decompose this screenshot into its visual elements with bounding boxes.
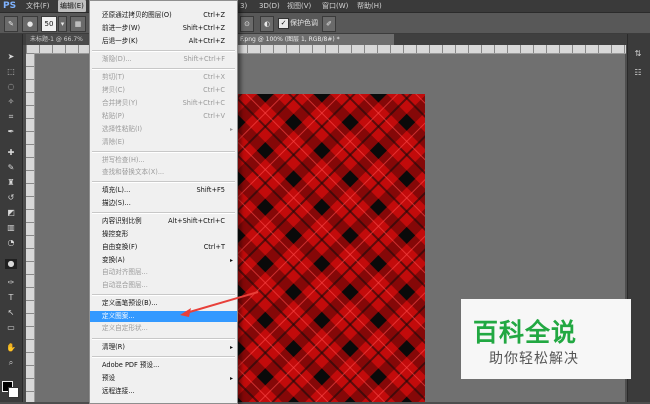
zoom-tool-icon[interactable]: ⌕: [5, 358, 17, 368]
submenu-arrow-icon: ▸: [229, 126, 233, 133]
menu-help[interactable]: 帮助(H): [357, 0, 382, 12]
brush-tool-icon-2[interactable]: ✎: [5, 163, 17, 173]
eyedropper-tool-icon[interactable]: ✒: [5, 127, 17, 137]
lasso-tool-icon[interactable]: ◌: [5, 82, 17, 92]
panel-toggle-icon[interactable]: ⇅: [632, 49, 644, 59]
menu-3-partial[interactable]: 3): [240, 0, 247, 12]
menu-item-presets[interactable]: 预设 ▸: [90, 373, 237, 384]
edit-menu-dropdown: 还原通过拷贝的图层(O) Ctrl+Z 前进一步(W) Shift+Ctrl+Z 后…: [89, 0, 238, 404]
eraser-tool-icon[interactable]: ◩: [5, 208, 17, 218]
menu-item-fill[interactable]: 填充(L)... Shift+F5: [90, 185, 237, 196]
brush-size-field[interactable]: 50: [41, 16, 57, 32]
menu-separator: [92, 356, 235, 358]
menu-item-step-forward[interactable]: 前进一步(W) Shift+Ctrl+Z: [90, 23, 237, 34]
menu-item-define-custom-shape[interactable]: 定义自定形状...: [90, 323, 237, 334]
path-select-tool-icon[interactable]: ↖: [5, 308, 17, 318]
menu-3d[interactable]: 3D(D): [259, 0, 280, 12]
crop-tool-icon[interactable]: ⌗: [5, 112, 17, 122]
clone-stamp-tool-icon[interactable]: ♜: [5, 178, 17, 188]
type-tool-icon[interactable]: T: [5, 293, 17, 303]
background-color-swatch[interactable]: [8, 387, 19, 398]
menu-item-step-backward[interactable]: 后退一步(K) Alt+Ctrl+Z: [90, 36, 237, 47]
menu-item-adobe-pdf-presets[interactable]: Adobe PDF 预设...: [90, 360, 237, 371]
plaid-document-canvas[interactable]: [237, 94, 425, 402]
menu-item-remote-connections[interactable]: 远程连接...: [90, 386, 237, 397]
shape-tool-icon[interactable]: ▭: [5, 323, 17, 333]
brush-preview-icon[interactable]: ●: [22, 16, 38, 32]
menu-item-define-brush-preset[interactable]: 定义画笔预设(B)...: [90, 298, 237, 309]
menu-item-copy[interactable]: 拷贝(C) Ctrl+C: [90, 85, 237, 96]
menu-item-paste-special[interactable]: 选择性粘贴(I) ▸: [90, 124, 237, 135]
photoshop-logo: PS: [3, 1, 17, 11]
menu-file[interactable]: 文件(F): [26, 0, 50, 12]
mode-icon[interactable]: ◐: [260, 16, 274, 32]
dodge-tool-icon[interactable]: ●: [5, 259, 17, 269]
menu-item-auto-blend-layers[interactable]: 自动混合图层...: [90, 280, 237, 291]
submenu-arrow-icon: ▸: [229, 344, 233, 351]
brush-size-dropdown-icon[interactable]: ▾: [58, 16, 67, 32]
watermark-subtitle: 助你轻松解决: [489, 351, 579, 367]
menu-separator: [92, 294, 235, 296]
menu-item-purge[interactable]: 清理(R) ▸: [90, 342, 237, 353]
submenu-arrow-icon: ▸: [229, 257, 233, 264]
menu-edit[interactable]: 编辑(E): [58, 0, 86, 12]
menu-item-find-replace[interactable]: 查找和替换文本(X)...: [90, 167, 237, 178]
move-tool-icon[interactable]: ➤: [5, 52, 17, 62]
tab-plaid-document[interactable]: F.png @ 100% (图层 1, RGB/8#) *: [236, 34, 394, 45]
submenu-arrow-icon: ▸: [229, 375, 233, 382]
menu-item-transform[interactable]: 变换(A) ▸: [90, 255, 237, 266]
blur-tool-icon[interactable]: ◔: [5, 238, 17, 248]
menu-separator: [92, 50, 235, 52]
menu-separator: [92, 181, 235, 183]
menu-item-stroke[interactable]: 描边(S)...: [90, 198, 237, 209]
plaid-pattern-image: [237, 94, 425, 402]
brush-presets-panel-icon[interactable]: ☷: [632, 68, 644, 78]
menu-separator: [92, 212, 235, 214]
menu-item-define-pattern[interactable]: 定义图案...: [90, 311, 237, 322]
protect-tones-label: 保护色调: [290, 19, 318, 27]
brush-panel-icon[interactable]: ▦: [70, 16, 86, 32]
menu-item-copy-merged[interactable]: 合并拷贝(Y) Shift+Ctrl+C: [90, 98, 237, 109]
menu-item-free-transform[interactable]: 自由变换(F) Ctrl+T: [90, 242, 237, 253]
menu-item-fade[interactable]: 渐隐(D)... Shift+Ctrl+F: [90, 54, 237, 65]
history-brush-tool-icon[interactable]: ↺: [5, 193, 17, 203]
protect-tones-checkbox[interactable]: ✓: [278, 18, 289, 29]
menu-item-paste[interactable]: 粘贴(P) Ctrl+V: [90, 111, 237, 122]
tablet-pressure-icon[interactable]: ⊙: [240, 16, 254, 32]
brush-tool-icon[interactable]: ✎: [4, 16, 18, 32]
menu-item-cut[interactable]: 剪切(T) Ctrl+X: [90, 72, 237, 83]
menu-separator: [92, 151, 235, 153]
hand-tool-icon[interactable]: ✋: [5, 343, 17, 353]
menu-item-undo[interactable]: 还原通过拷贝的图层(O) Ctrl+Z: [90, 10, 237, 21]
menu-separator: [92, 68, 235, 70]
quick-select-tool-icon[interactable]: ✧: [5, 97, 17, 107]
menu-item-puppet-warp[interactable]: 操控变形: [90, 229, 237, 240]
pen-pressure-icon[interactable]: ✐: [322, 16, 336, 32]
menu-window[interactable]: 窗口(W): [322, 0, 348, 12]
pen-tool-icon[interactable]: ✑: [5, 278, 17, 288]
marquee-tool-icon[interactable]: ⬚: [5, 67, 17, 77]
left-ruler: [26, 53, 35, 402]
menu-item-content-aware-scale[interactable]: 内容识别比例 Alt+Shift+Ctrl+C: [90, 216, 237, 227]
menu-separator: [92, 338, 235, 340]
menu-item-check-spelling[interactable]: 拼写检查(H)...: [90, 155, 237, 166]
menu-item-clear[interactable]: 清除(E): [90, 137, 237, 148]
menu-view[interactable]: 视图(V): [287, 0, 311, 12]
watermark-title: 百科全说: [473, 318, 578, 347]
menu-item-auto-align-layers[interactable]: 自动对齐图层...: [90, 267, 237, 278]
gradient-tool-icon[interactable]: ▥: [5, 223, 17, 233]
healing-brush-tool-icon[interactable]: ✚: [5, 148, 17, 158]
